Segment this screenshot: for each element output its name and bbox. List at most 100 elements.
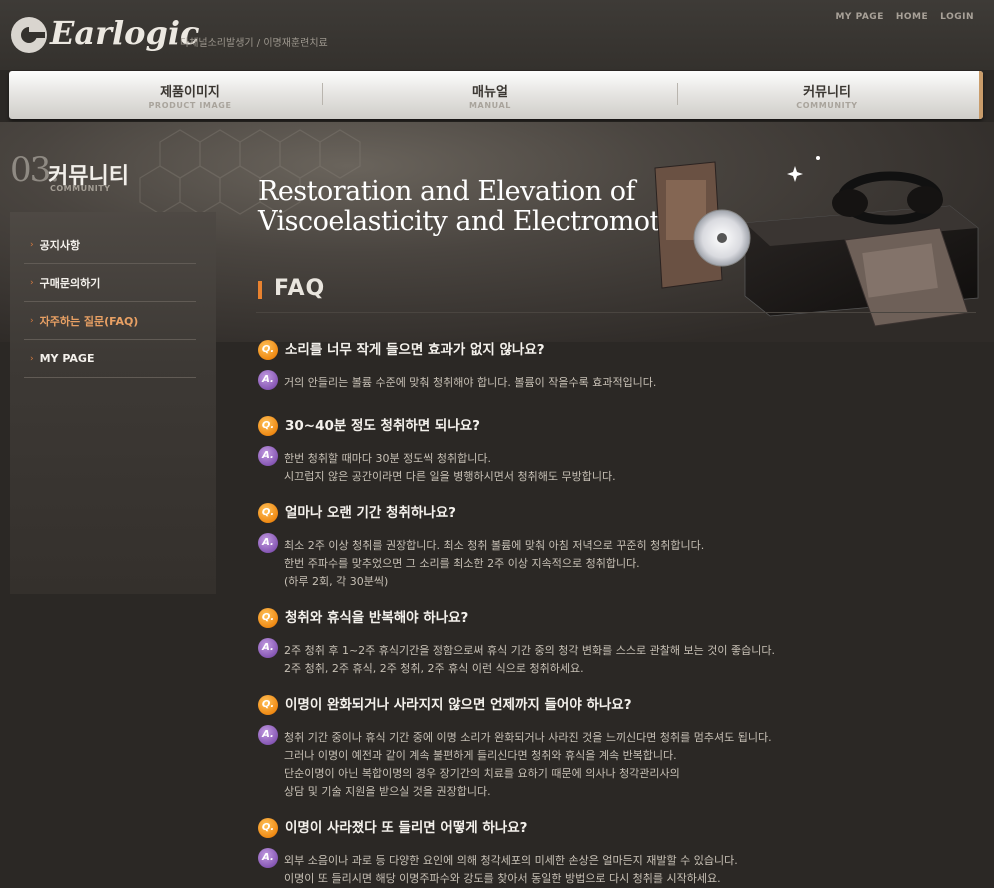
- answer-line: 최소 2주 이상 청취를 권장합니다. 최소 청취 볼륨에 맞춰 아침 저녁으로…: [284, 539, 705, 552]
- sidebar-item-label: MY PAGE: [39, 352, 95, 365]
- answer-text: 외부 소음이나 과로 등 다양한 요인에 의해 청각세포의 미세한 손상은 얼마…: [284, 848, 738, 888]
- top-links: MY PAGE HOME LOGIN: [835, 12, 974, 22]
- answer-text: 거의 안들리는 볼륨 수준에 맞춰 청취해야 합니다. 볼륨이 작을수록 효과적…: [284, 370, 656, 392]
- nav-divider: [677, 83, 678, 105]
- answer-line: 한번 주파수를 맞추었으면 그 소리를 최소한 2주 이상 지속적으로 청취합니…: [284, 557, 640, 570]
- home-link[interactable]: HOME: [896, 12, 928, 22]
- faq-question: Q. 청취와 휴식을 반복해야 하나요?: [258, 608, 958, 628]
- sidebar-heading: 03. 커뮤니티 COMMUNITY: [10, 150, 129, 193]
- answer-line: 청취 기간 중이나 휴식 기간 중에 이명 소리가 완화되거나 사라진 것을 느…: [284, 731, 772, 744]
- sidebar-item-notice[interactable]: › 공지사항: [24, 226, 196, 264]
- faq-question: Q. 얼마나 오랜 기간 청취하나요?: [258, 503, 958, 523]
- product-image-icon: [654, 156, 979, 327]
- answer-badge-icon: A.: [258, 446, 278, 466]
- faq-question: Q. 이명이 사라졌다 또 들리면 어떻게 하나요?: [258, 818, 958, 838]
- answer-badge-icon: A.: [258, 725, 278, 745]
- faq-answer: A. 청취 기간 중이나 휴식 기간 중에 이명 소리가 완화되거나 사라진 것…: [258, 725, 958, 801]
- nav-sublabel: PRODUCT IMAGE: [148, 101, 232, 110]
- faq-item: Q. 이명이 완화되거나 사라지지 않으면 언제까지 들어야 하나요? A. 청…: [258, 695, 958, 818]
- sidebar-item-label: 공지사항: [39, 238, 81, 252]
- login-link[interactable]: LOGIN: [940, 12, 974, 22]
- hero-title: Restoration and Elevation of Viscoelasti…: [258, 176, 710, 237]
- nav-label: 매뉴얼: [472, 85, 508, 100]
- answer-line: 2주 청취 후 1~2주 휴식기간을 정함으로써 휴식 기간 중의 청각 변화를…: [284, 644, 775, 657]
- answer-line: 그러나 이명이 예전과 같이 계속 불편하게 들리신다면 청취와 휴식을 계속 …: [284, 749, 677, 762]
- sidebar: › 공지사항 › 구매문의하기 › 자주하는 질문(FAQ) › MY PAGE: [10, 212, 216, 594]
- my-page-link[interactable]: MY PAGE: [835, 12, 883, 22]
- question-badge-icon: Q.: [258, 503, 278, 523]
- faq-answer: A. 한번 청취할 때마다 30분 정도씩 청취합니다. 시끄럽지 않은 공간이…: [258, 446, 958, 486]
- nav-label: 제품이미지: [160, 85, 220, 100]
- question-text: 소리를 너무 작게 들으면 효과가 없지 않나요?: [285, 342, 545, 358]
- logo-text[interactable]: Earlogic: [50, 14, 200, 52]
- nav-edge: [979, 71, 983, 119]
- faq-item: Q. 청취와 휴식을 반복해야 하나요? A. 2주 청취 후 1~2주 휴식기…: [258, 608, 958, 695]
- nav-product-image[interactable]: 제품이미지 PRODUCT IMAGE: [125, 81, 255, 110]
- tagline: 다채널소리발생기 / 이명재훈련치료: [180, 38, 328, 49]
- question-text: 이명이 사라졌다 또 들리면 어떻게 하나요?: [285, 820, 528, 836]
- answer-line: 단순이명이 아닌 복합이명의 경우 장기간의 치료를 요하기 때문에 의사나 청…: [284, 767, 680, 780]
- nav-community[interactable]: 커뮤니티 COMMUNITY: [762, 81, 892, 110]
- faq-item: Q. 소리를 너무 작게 들으면 효과가 없지 않나요? A. 거의 안들리는 …: [258, 340, 958, 416]
- sidebar-item-purchase-inquiry[interactable]: › 구매문의하기: [24, 264, 196, 302]
- answer-text: 2주 청취 후 1~2주 휴식기간을 정함으로써 휴식 기간 중의 청각 변화를…: [284, 638, 775, 678]
- faq-answer: A. 외부 소음이나 과로 등 다양한 요인에 의해 청각세포의 미세한 손상은…: [258, 848, 958, 888]
- faq-item: Q. 얼마나 오랜 기간 청취하나요? A. 최소 2주 이상 청취를 권장합니…: [258, 503, 958, 608]
- nav-label: 커뮤니티: [803, 85, 851, 100]
- question-badge-icon: Q.: [258, 818, 278, 838]
- answer-badge-icon: A.: [258, 848, 278, 868]
- faq-question: Q. 30~40분 정도 청취하면 되나요?: [258, 416, 958, 436]
- faq-question: Q. 소리를 너무 작게 들으면 효과가 없지 않나요?: [258, 340, 958, 360]
- nav-sublabel: COMMUNITY: [796, 101, 858, 110]
- arrow-icon: ›: [30, 277, 34, 288]
- arrow-icon: ›: [30, 239, 34, 250]
- hero-title-line2: Viscoelasticity and Electromotility: [258, 206, 710, 237]
- faq-item: Q. 30~40분 정도 청취하면 되나요? A. 한번 청취할 때마다 30분…: [258, 416, 958, 503]
- nav-sublabel: MANUAL: [469, 101, 511, 110]
- answer-badge-icon: A.: [258, 638, 278, 658]
- answer-text: 청취 기간 중이나 휴식 기간 중에 이명 소리가 완화되거나 사라진 것을 느…: [284, 725, 772, 801]
- question-text: 30~40분 정도 청취하면 되나요?: [285, 418, 481, 434]
- arrow-icon: ›: [30, 315, 34, 326]
- answer-line: 외부 소음이나 과로 등 다양한 요인에 의해 청각세포의 미세한 손상은 얼마…: [284, 854, 738, 867]
- sidebar-item-my-page[interactable]: › MY PAGE: [24, 340, 196, 378]
- faq-list: Q. 소리를 너무 작게 들으면 효과가 없지 않나요? A. 거의 안들리는 …: [258, 340, 958, 888]
- sidebar-item-faq[interactable]: › 자주하는 질문(FAQ): [24, 302, 196, 340]
- question-badge-icon: Q.: [258, 608, 278, 628]
- answer-line: 시끄럽지 않은 공간이라면 다른 일을 병행하시면서 청취해도 무방합니다.: [284, 470, 616, 483]
- divider: [256, 312, 976, 313]
- arrow-icon: ›: [30, 353, 34, 364]
- faq-item: Q. 이명이 사라졌다 또 들리면 어떻게 하나요? A. 외부 소음이나 과로…: [258, 818, 958, 888]
- answer-line: 거의 안들리는 볼륨 수준에 맞춰 청취해야 합니다. 볼륨이 작을수록 효과적…: [284, 376, 657, 389]
- answer-line: (하루 2회, 각 30분씩): [284, 575, 389, 588]
- faq-answer: A. 최소 2주 이상 청취를 권장합니다. 최소 청취 볼륨에 맞춰 아침 저…: [258, 533, 958, 591]
- answer-badge-icon: A.: [258, 370, 278, 390]
- answer-line: 이명이 또 들리시면 해당 이명주파수와 강도를 찾아서 동일한 방법으로 다시…: [284, 872, 721, 885]
- earlogic-logo-icon[interactable]: [8, 14, 50, 56]
- answer-text: 최소 2주 이상 청취를 권장합니다. 최소 청취 볼륨에 맞춰 아침 저녁으로…: [284, 533, 704, 591]
- question-badge-icon: Q.: [258, 416, 278, 436]
- sidebar-item-label: 구매문의하기: [39, 276, 101, 290]
- header: Earlogic 다채널소리발생기 / 이명재훈련치료 MY PAGE HOME…: [0, 0, 994, 70]
- question-text: 청취와 휴식을 반복해야 하나요?: [285, 610, 469, 626]
- question-badge-icon: Q.: [258, 695, 278, 715]
- answer-line: 2주 청취, 2주 휴식, 2주 청취, 2주 휴식 이런 식으로 청취하세요.: [284, 662, 584, 675]
- nav-manual[interactable]: 매뉴얼 MANUAL: [425, 81, 555, 110]
- hero-title-line1: Restoration and Elevation of: [258, 176, 635, 207]
- sidebar-subtitle: COMMUNITY: [50, 184, 111, 193]
- answer-badge-icon: A.: [258, 533, 278, 553]
- faq-question: Q. 이명이 완화되거나 사라지지 않으면 언제까지 들어야 하나요?: [258, 695, 958, 715]
- main-nav: 제품이미지 PRODUCT IMAGE 매뉴얼 MANUAL 커뮤니티 COMM…: [9, 71, 983, 119]
- answer-text: 한번 청취할 때마다 30분 정도씩 청취합니다. 시끄럽지 않은 공간이라면 …: [284, 446, 616, 486]
- nav-divider: [322, 83, 323, 105]
- sidebar-item-label: 자주하는 질문(FAQ): [39, 314, 139, 328]
- answer-line: 상담 및 기술 지원을 받으실 것을 권장합니다.: [284, 785, 491, 798]
- answer-line: 한번 청취할 때마다 30분 정도씩 청취합니다.: [284, 452, 492, 465]
- page-title: FAQ: [274, 276, 326, 301]
- faq-answer: A. 2주 청취 후 1~2주 휴식기간을 정함으로써 휴식 기간 중의 청각 …: [258, 638, 958, 678]
- question-text: 이명이 완화되거나 사라지지 않으면 언제까지 들어야 하나요?: [285, 697, 632, 713]
- question-badge-icon: Q.: [258, 340, 278, 360]
- question-text: 얼마나 오랜 기간 청취하나요?: [285, 505, 456, 521]
- sidebar-menu: › 공지사항 › 구매문의하기 › 자주하는 질문(FAQ) › MY PAGE: [24, 226, 196, 378]
- faq-answer: A. 거의 안들리는 볼륨 수준에 맞춰 청취해야 합니다. 볼륨이 작을수록 …: [258, 370, 958, 392]
